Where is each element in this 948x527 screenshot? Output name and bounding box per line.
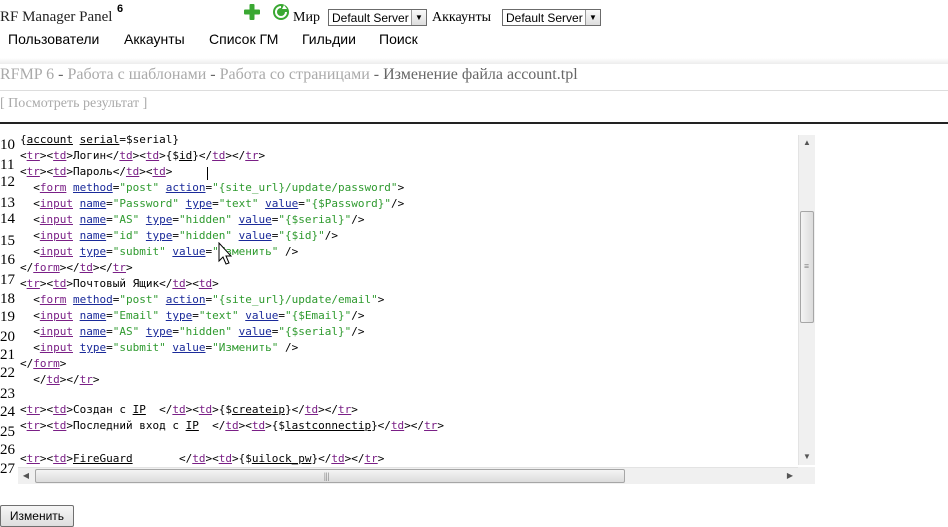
line-number: 10 (0, 137, 15, 153)
code-line: <tr><td>Логин</td><td>{$id}</td></tr> (20, 149, 266, 162)
scroll-down-icon[interactable]: ▼ (799, 449, 815, 465)
breadcrumb-root[interactable]: RFMP 6 (0, 66, 54, 83)
breadcrumb: RFMP 6 - Работа с шаблонами - Работа со … (0, 66, 578, 84)
line-number: 12 (0, 174, 15, 190)
grip-icon: ||| (324, 471, 330, 481)
save-button[interactable]: Изменить (0, 505, 74, 527)
main-menu: Пользователи Аккаунты Список ГМ Гильдии … (0, 30, 948, 52)
code-line: <input type="submit" value="Изменить" /> (20, 341, 299, 354)
line-number: 22 (0, 365, 15, 381)
scroll-left-icon[interactable]: ◀ (18, 468, 34, 484)
line-number: 21 (0, 347, 15, 363)
code-line: <input name="id" type="hidden" value="{$… (20, 229, 338, 242)
line-number: 25 (0, 424, 15, 440)
chevron-down-icon: ▼ (411, 10, 426, 25)
line-number: 13 (0, 195, 15, 211)
horizontal-scrollbar[interactable]: ◀ ||| ▶ (18, 467, 798, 484)
code-line: <input name="Email" type="text" value="{… (20, 309, 365, 322)
menu-item-guilds[interactable]: Гильдии (302, 31, 356, 47)
chevron-down-icon: ▼ (585, 10, 600, 25)
line-number: 19 (0, 309, 15, 325)
app-title: RF Manager Panel (0, 9, 113, 25)
line-number: 11 (0, 157, 15, 173)
top-bar: RF Manager Panel 6 Мир Default Server ▼ … (0, 0, 948, 30)
code-editor[interactable]: {account serial=$serial} <tr><td>Логин</… (18, 135, 815, 483)
code-line: <form method="post" action="{site_url}/u… (20, 293, 385, 306)
accounts-label: Аккаунты (432, 10, 492, 25)
line-number: 16 (0, 252, 15, 268)
code-line: <input name="Password" type="text" value… (20, 197, 405, 210)
preview-result-link[interactable]: [ Посмотреть результат ] (0, 96, 147, 112)
world-select-value: Default Server (332, 11, 409, 25)
app-version: 6 (117, 3, 124, 15)
menu-divider (0, 58, 948, 64)
menu-item-search[interactable]: Поиск (379, 31, 418, 47)
scroll-up-icon[interactable]: ▲ (799, 135, 815, 151)
code-area[interactable]: {account serial=$serial} <tr><td>Логин</… (20, 135, 796, 465)
breadcrumb-templates[interactable]: Работа с шаблонами (67, 66, 206, 83)
world-select[interactable]: Default Server ▼ (328, 9, 427, 26)
breadcrumb-current: Изменение файла account.tpl (383, 66, 578, 83)
divider (0, 90, 948, 91)
line-number: 15 (0, 233, 15, 249)
divider (0, 122, 948, 124)
code-line: <tr><td>Пароль</td><td> (20, 165, 173, 178)
vertical-scrollbar[interactable]: ▲ ≡ ▼ (798, 135, 815, 465)
line-number: 24 (0, 404, 15, 420)
menu-item-users[interactable]: Пользователи (8, 31, 99, 47)
code-line: <tr><td>FireGuard </td><td>{$uilock_pw}<… (20, 452, 385, 465)
accounts-select-value: Default Server (506, 11, 583, 25)
menu-item-accounts[interactable]: Аккаунты (124, 31, 185, 47)
horizontal-scroll-thumb[interactable]: ||| (35, 469, 625, 483)
text-caret (207, 167, 208, 180)
accounts-select[interactable]: Default Server ▼ (502, 9, 601, 26)
code-line: <input type="submit" value="Изменить" /> (20, 245, 299, 258)
refresh-icon[interactable] (272, 3, 290, 21)
breadcrumb-separator: - (58, 66, 64, 83)
mouse-cursor-icon (218, 242, 232, 265)
line-number: 14 (0, 211, 15, 227)
breadcrumb-pages[interactable]: Работа со страницами (220, 66, 370, 83)
breadcrumb-separator: - (373, 66, 380, 83)
line-number: 18 (0, 291, 15, 307)
line-number: 17 (0, 272, 15, 288)
grip-icon: ≡ (804, 261, 810, 271)
world-label: Мир (293, 10, 320, 25)
code-line: <input name="AS" type="hidden" value="{$… (20, 213, 365, 226)
code-line: <tr><td>Создан с IP </td><td>{$createip}… (20, 403, 358, 416)
line-number: 20 (0, 329, 15, 345)
breadcrumb-separator: - (210, 66, 216, 83)
code-line: <tr><td>Почтовый Ящик</td><td> (20, 277, 219, 290)
code-line: </form> (20, 357, 67, 370)
scroll-right-icon[interactable]: ▶ (782, 468, 798, 484)
code-line: <input name="AS" type="hidden" value="{$… (20, 325, 365, 338)
code-line: <form method="post" action="{site_url}/u… (20, 181, 405, 194)
add-icon[interactable] (243, 3, 261, 21)
code-line: </form></td></tr> (20, 261, 133, 274)
code-line: <tr><td>Последний вход с IP </td><td>{$l… (20, 419, 444, 432)
line-number: 23 (0, 386, 15, 402)
scrollbar-corner (798, 467, 815, 484)
line-number: 27 (0, 461, 15, 477)
line-number: 26 (0, 442, 15, 458)
menu-item-gm-list[interactable]: Список ГМ (209, 31, 278, 47)
code-line: {account serial=$serial} (20, 135, 179, 146)
vertical-scroll-thumb[interactable]: ≡ (800, 211, 814, 323)
code-line: </td></tr> (20, 373, 100, 386)
